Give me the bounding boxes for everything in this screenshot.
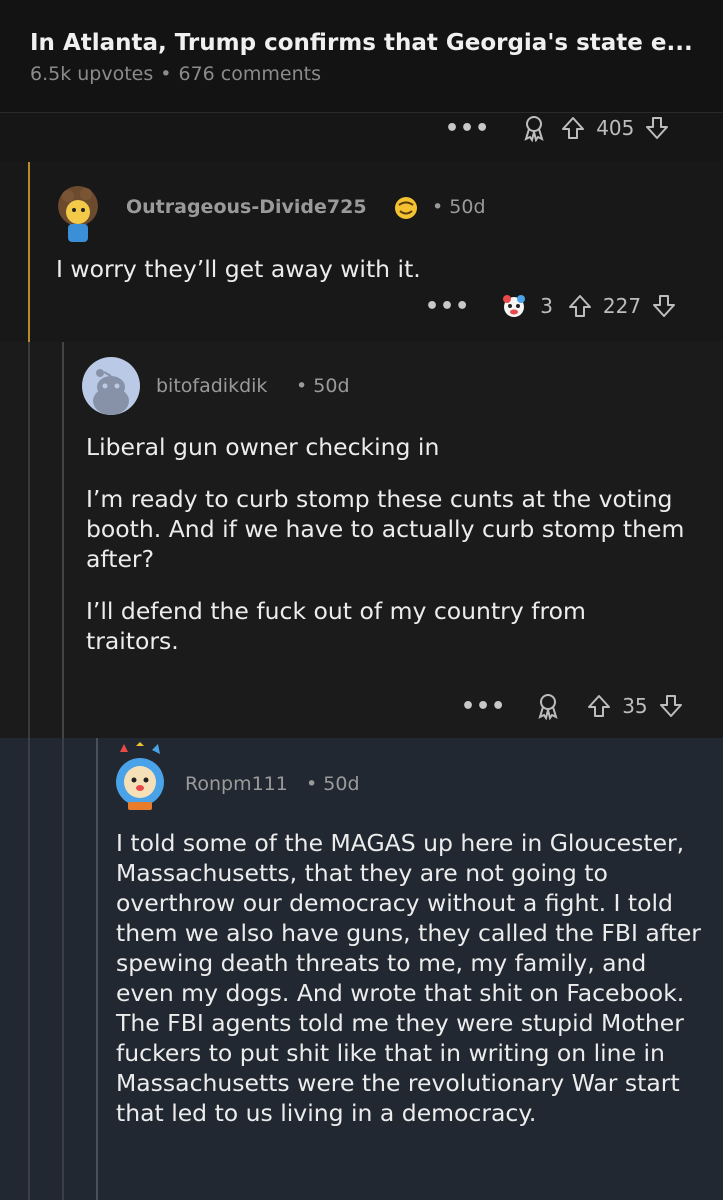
comment-body: Liberal gun owner checking in I’m ready … — [86, 432, 686, 678]
award-icon[interactable] — [534, 692, 562, 720]
comment-username[interactable]: bitofadikdik — [156, 375, 267, 397]
avatar[interactable] — [108, 742, 172, 812]
upvote-icon[interactable] — [560, 115, 586, 141]
thread-line — [28, 342, 30, 738]
upvote-count: 6.5k upvotes — [30, 63, 154, 85]
thread-line — [62, 738, 64, 1200]
default-snoo-icon — [93, 369, 129, 415]
thread-line-gold — [28, 162, 30, 342]
comment-paragraph: I’m ready to curb stomp these cunts at t… — [86, 485, 685, 573]
more-options-icon[interactable]: ••• — [461, 694, 506, 719]
downvote-icon[interactable] — [658, 693, 684, 719]
avatar-icon — [58, 186, 98, 242]
comment-age: • 50d — [432, 196, 486, 218]
comment-age: • 50d — [306, 773, 360, 795]
meta-separator: • — [160, 63, 172, 85]
comment-username[interactable]: Outrageous-Divide725 — [126, 196, 367, 218]
more-options-icon[interactable]: ••• — [445, 116, 490, 141]
comment-outrageous-divide[interactable]: Outrageous-Divide725 • 50d I worry they’… — [0, 162, 723, 342]
comment-username[interactable]: Ronpm111 — [185, 773, 288, 795]
post-title[interactable]: In Atlanta, Trump confirms that Georgia'… — [30, 30, 693, 56]
award-icon[interactable] — [520, 114, 548, 142]
comment-age: • 50d — [296, 375, 350, 397]
parent-score: 405 — [596, 116, 635, 140]
comment-count: 676 comments — [178, 63, 321, 85]
upvote-icon[interactable] — [586, 693, 612, 719]
comment-score: 35 — [622, 694, 648, 718]
post-header[interactable]: In Atlanta, Trump confirms that Georgia'… — [0, 0, 723, 113]
more-options-icon[interactable]: ••• — [425, 294, 470, 319]
parent-comment-actions: ••• 405 — [445, 114, 670, 142]
upvote-icon[interactable] — [567, 293, 593, 319]
avatar[interactable] — [82, 357, 140, 415]
downvote-icon[interactable] — [651, 293, 677, 319]
avatar-icon — [116, 742, 164, 810]
thread-line — [28, 738, 30, 1200]
user-flair-icon — [395, 197, 417, 219]
comment-actions: ••• 35 — [461, 692, 684, 720]
award-icon[interactable] — [500, 292, 528, 320]
comment-bitofadikdik[interactable]: bitofadikdik • 50d Liberal gun owner che… — [0, 342, 723, 738]
comment-actions: ••• 3 227 — [425, 292, 677, 320]
avatar[interactable] — [46, 182, 110, 246]
comment-score: 227 — [602, 294, 642, 318]
award-count: 3 — [540, 294, 553, 318]
comment-body: I worry they’ll get away with it. — [56, 255, 421, 283]
comment-paragraph: Liberal gun owner checking in — [86, 433, 440, 461]
post-meta: 6.5k upvotes • 676 comments — [30, 63, 321, 85]
comment-paragraph: I’ll defend the fuck out of my country f… — [86, 597, 586, 655]
downvote-icon[interactable] — [644, 115, 670, 141]
thread-line — [62, 342, 64, 738]
thread-line — [96, 738, 98, 1200]
comment-body: I told some of the MAGAS up here in Glou… — [116, 829, 701, 1127]
comment-ronpm111[interactable]: Ronpm111 • 50d I told some of the MAGAS … — [0, 738, 723, 1200]
